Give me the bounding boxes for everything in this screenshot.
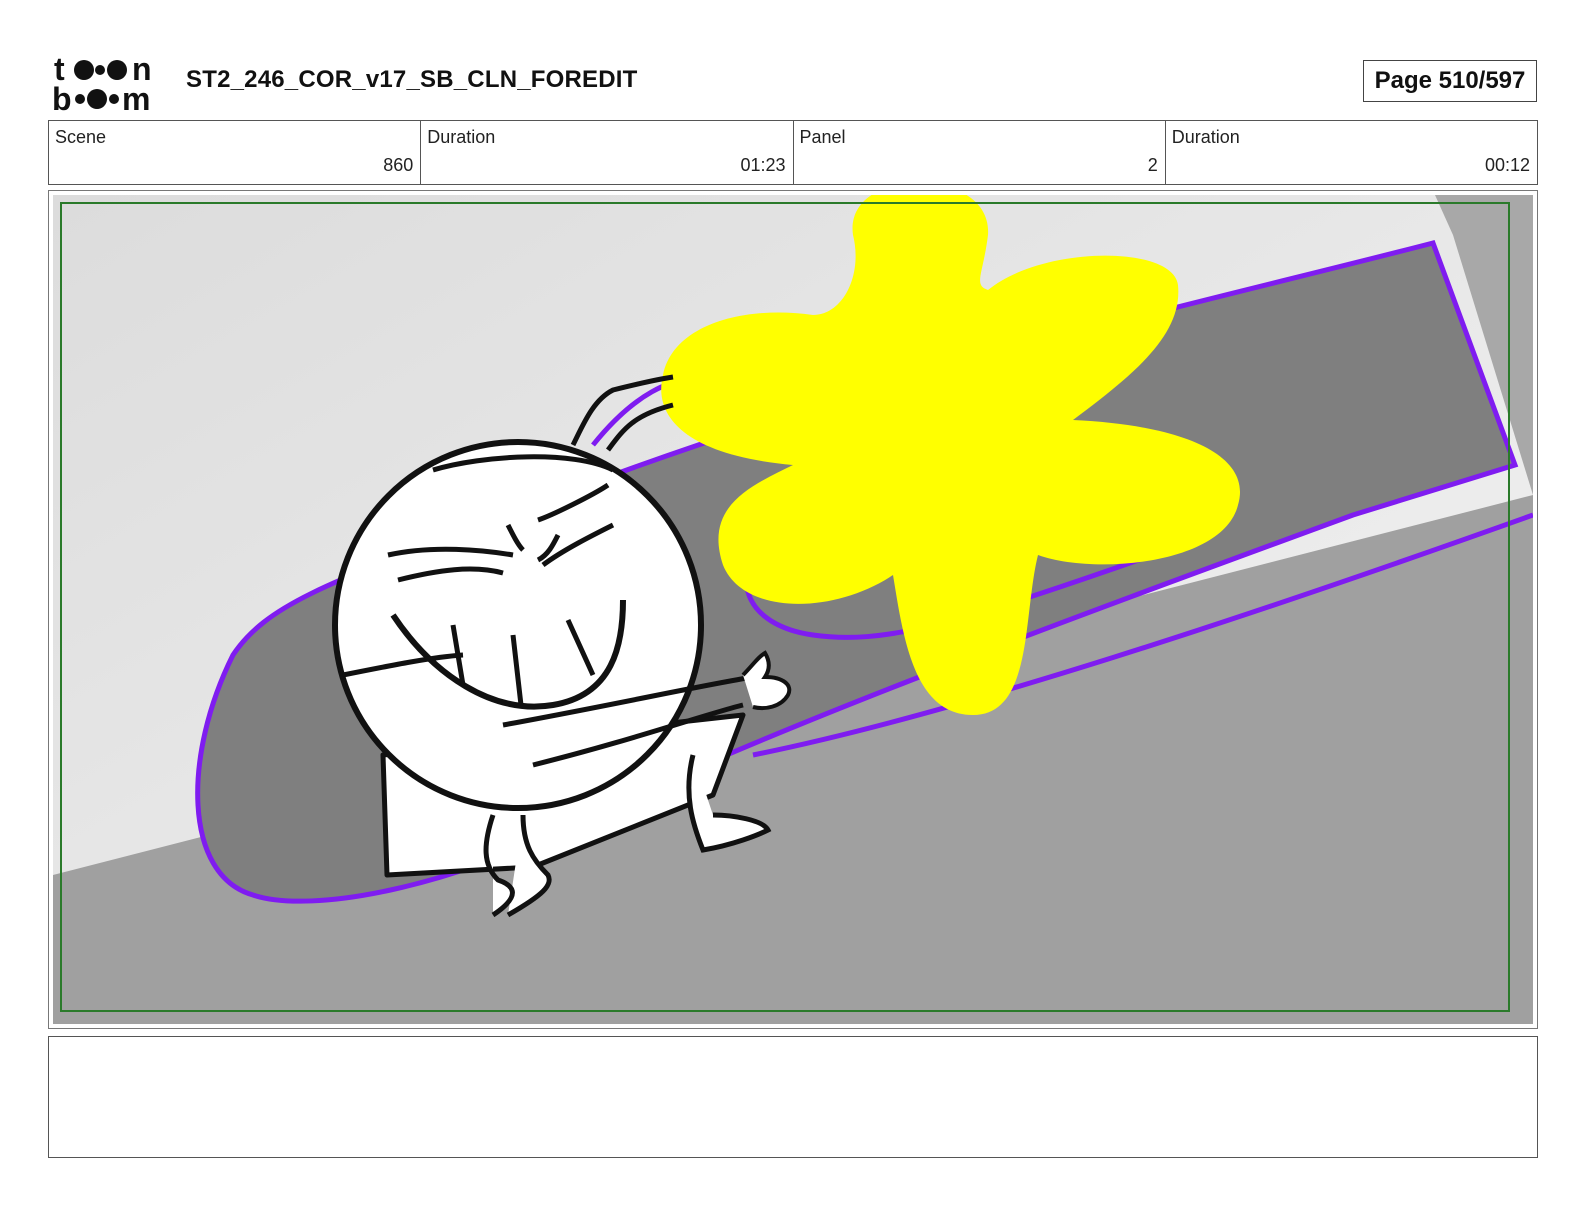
svg-text:m: m (122, 81, 150, 112)
panel-duration-value: 00:12 (1484, 155, 1530, 175)
character-head (332, 439, 704, 811)
page-indicator: Page 510/597 (1363, 60, 1537, 102)
panel-duration-cell: Duration 00:12 (1166, 121, 1537, 184)
svg-text:b: b (52, 81, 72, 112)
panel-drawing (53, 195, 1533, 1024)
scene-label: Scene (55, 127, 107, 147)
storyboard-panel (48, 190, 1538, 1029)
scene-cell: Scene 860 (49, 121, 422, 184)
scene-duration-cell: Duration 01:23 (421, 121, 794, 184)
panel-cell: Panel 2 (794, 121, 1166, 184)
toon-boom-logo: t n b m (52, 52, 152, 112)
scene-info-table: Scene 860 Duration 01:23 Panel 2 Duratio… (48, 120, 1538, 185)
scene-duration-value: 01:23 (740, 155, 786, 175)
caption-box (48, 1036, 1538, 1158)
panel-duration-label: Duration (1171, 127, 1240, 147)
document-title: ST2_246_COR_v17_SB_CLN_FOREDIT (186, 66, 638, 93)
scene-value: 860 (383, 155, 414, 175)
panel-label: Panel (799, 127, 846, 147)
panel-value: 2 (1147, 155, 1158, 175)
scene-duration-label: Duration (427, 127, 496, 147)
